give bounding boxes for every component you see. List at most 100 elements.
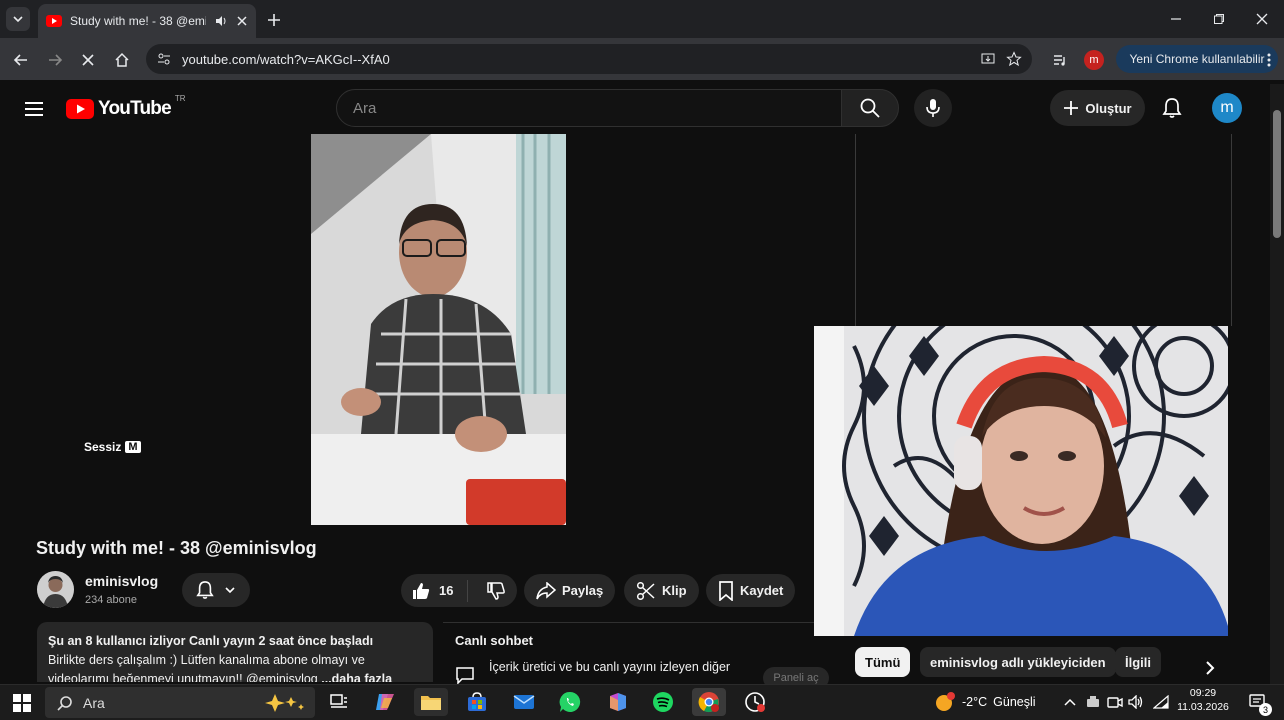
voice-search-button[interactable] — [914, 89, 952, 127]
stop-loading-button[interactable] — [75, 47, 101, 73]
video-player[interactable] — [311, 134, 566, 525]
browser-tab[interactable]: Study with me! - 38 @emin — [38, 4, 256, 38]
video-frame — [311, 134, 566, 525]
description-line-2: videolarımı beğenmeyi unutmayın!! @emini… — [48, 672, 318, 682]
channel-name[interactable]: eminisvlog — [85, 573, 158, 589]
guide-menu-button[interactable] — [20, 95, 48, 123]
media-control-button[interactable] — [1047, 47, 1073, 73]
plus-icon — [268, 14, 280, 26]
subscriber-count: 234 abone — [85, 594, 137, 606]
chevron-up-icon — [1064, 698, 1076, 706]
webcam-image — [814, 326, 1228, 636]
description-box[interactable]: Şu an 8 kullanıcı izliyor Canlı yayın 2 … — [37, 622, 433, 682]
like-count: 16 — [439, 583, 454, 598]
channel-avatar[interactable] — [37, 571, 74, 608]
task-view-button[interactable] — [322, 688, 356, 716]
chat-bubble-icon — [455, 666, 475, 684]
close-tab-icon[interactable] — [236, 15, 248, 27]
back-button[interactable] — [8, 47, 34, 73]
chrome-app[interactable] — [692, 688, 726, 716]
device-icon — [1087, 696, 1099, 707]
notification-count: 3 — [1259, 703, 1272, 716]
new-chrome-available-button[interactable]: Yeni Chrome kullanılabilir — [1116, 45, 1278, 73]
scrollbar-thumb[interactable] — [1273, 110, 1281, 238]
bell-icon — [196, 581, 214, 599]
spotify-app[interactable] — [646, 688, 680, 716]
like-button[interactable]: 16 — [401, 579, 469, 602]
chip-related[interactable]: İlgili — [1115, 647, 1161, 677]
microsoft-365-app[interactable] — [600, 688, 634, 716]
store-icon — [468, 692, 486, 711]
bookmark-star-icon[interactable] — [1006, 51, 1022, 67]
taskbar-search-input[interactable]: Ara — [45, 687, 315, 718]
youtube-wordmark: YouTube — [98, 98, 172, 119]
youtube-logo[interactable]: YouTube TR — [66, 94, 186, 122]
chip-all[interactable]: Tümü — [855, 647, 911, 677]
video-title: Study with me! - 38 @eminisvlog — [36, 538, 317, 558]
muted-shortcut-key: M — [125, 441, 141, 453]
forward-button[interactable] — [42, 47, 68, 73]
volume-button[interactable] — [1126, 690, 1146, 714]
sidebar-divider-right — [1231, 134, 1232, 326]
stop-icon — [82, 54, 94, 66]
channel-avatar-image — [37, 571, 74, 608]
whatsapp-app[interactable] — [553, 688, 587, 716]
file-explorer-app[interactable] — [414, 688, 448, 716]
restore-button[interactable] — [1197, 0, 1241, 38]
thumbs-up-icon — [413, 582, 430, 599]
address-bar[interactable]: youtube.com/watch?v=AKGcI--XfA0 — [146, 44, 1032, 74]
restore-icon — [1214, 14, 1224, 24]
weather-text: Güneşli — [993, 695, 1036, 709]
save-button[interactable]: Kaydet — [706, 574, 796, 607]
chips-next-button[interactable] — [1196, 654, 1224, 682]
start-button[interactable] — [8, 690, 36, 716]
webcam-overlay — [814, 326, 1228, 636]
tray-app[interactable] — [1083, 690, 1103, 714]
search-button[interactable] — [841, 89, 899, 127]
task-view-icon — [330, 694, 347, 708]
home-button[interactable] — [109, 47, 135, 73]
create-label: Oluştur — [1085, 100, 1132, 116]
minimize-button[interactable] — [1154, 0, 1198, 38]
tray-app-2[interactable] — [1105, 690, 1125, 714]
search-input[interactable]: Ara — [336, 89, 842, 127]
share-button[interactable]: Paylaş — [524, 574, 616, 607]
like-dislike-group: 16 — [401, 574, 517, 607]
youtube-play-icon — [66, 99, 94, 119]
mail-app[interactable] — [507, 688, 541, 716]
recording-app[interactable] — [738, 688, 772, 716]
hamburger-icon — [25, 102, 43, 116]
country-code: TR — [174, 94, 186, 103]
scissors-icon — [636, 581, 655, 600]
tab-search-button[interactable] — [6, 7, 30, 31]
close-window-button[interactable] — [1240, 0, 1284, 38]
windows-logo-icon — [13, 694, 31, 712]
clip-button[interactable]: Klip — [624, 574, 699, 607]
weather-widget[interactable]: -2°C Güneşli — [934, 688, 1036, 716]
dislike-button[interactable] — [474, 581, 518, 601]
more-vert-icon — [1267, 53, 1271, 67]
unmute-hint[interactable]: Sessiz M — [84, 437, 141, 457]
tray-overflow-button[interactable] — [1060, 690, 1080, 714]
new-tab-button[interactable] — [262, 8, 286, 32]
notification-center-button[interactable]: 3 — [1244, 690, 1272, 716]
chrome-profile-avatar[interactable]: m — [1084, 50, 1104, 70]
microsoft-store-app[interactable] — [460, 688, 494, 716]
url-text: youtube.com/watch?v=AKGcI--XfA0 — [182, 51, 390, 67]
subscription-notifications-button[interactable] — [182, 573, 250, 607]
system-clock[interactable]: 09:29 11.03.2026 — [1166, 686, 1240, 714]
install-app-icon[interactable] — [980, 51, 996, 67]
page-scrollbar[interactable] — [1270, 84, 1284, 684]
account-avatar[interactable]: m — [1212, 93, 1242, 123]
create-button[interactable]: Oluştur — [1050, 90, 1145, 126]
copilot-app[interactable] — [368, 688, 402, 716]
notifications-button[interactable] — [1158, 94, 1186, 122]
sidebar-divider — [855, 134, 856, 326]
chrome-menu-button[interactable] — [1256, 47, 1282, 73]
site-settings-icon[interactable] — [156, 51, 172, 67]
chevron-right-icon — [1206, 661, 1215, 675]
chip-from-uploader[interactable]: eminisvlog adlı yükleyiciden — [920, 647, 1116, 677]
copilot-icon — [376, 694, 394, 710]
speaker-icon[interactable] — [214, 14, 228, 28]
show-more-link[interactable]: ...daha fazla — [321, 672, 392, 682]
